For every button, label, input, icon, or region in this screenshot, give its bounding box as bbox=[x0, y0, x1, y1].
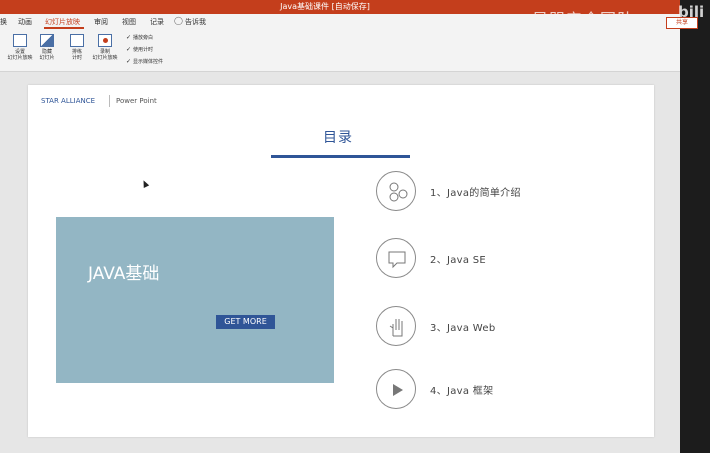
toc-item-2: 2、Java SE bbox=[376, 238, 636, 280]
tab-transitions[interactable]: 换 bbox=[0, 17, 7, 27]
toc-item-3: 3、Java Web bbox=[376, 306, 636, 348]
chat-icon bbox=[388, 251, 406, 269]
checkbox-use-timings[interactable]: ✓ 使用计时 bbox=[126, 46, 153, 53]
tab-slideshow[interactable]: 幻灯片放映 bbox=[45, 17, 80, 27]
toc-item-circle bbox=[376, 369, 416, 409]
ribbon-tabs: 换 动画 幻灯片放映 审阅 视图 记录 ◯ 告诉我 bbox=[0, 14, 680, 30]
hide-slide-label: 隐藏 幻灯片 bbox=[39, 49, 55, 61]
toc-item-circle bbox=[376, 171, 416, 211]
slide[interactable]: STAR ALLIANCE Power Point 目录 JAVA基础 GET … bbox=[28, 85, 654, 437]
share-button[interactable]: 共享 bbox=[666, 17, 698, 29]
checkmark-icon: ✓ bbox=[126, 34, 132, 41]
hand-icon bbox=[389, 319, 403, 337]
setup-slideshow-label: 设置 幻灯片放映 bbox=[7, 49, 33, 61]
record-slideshow-label: 录制 幻灯片放映 bbox=[92, 49, 118, 61]
toc-item-label: 3、Java Web bbox=[430, 323, 496, 334]
toc-item-4: 4、Java 框架 bbox=[376, 369, 636, 411]
checkmark-icon: ✓ bbox=[126, 58, 132, 65]
hide-slide-icon bbox=[40, 34, 54, 47]
play-icon bbox=[393, 384, 403, 396]
tab-view[interactable]: 视图 bbox=[122, 17, 136, 27]
side-panel bbox=[680, 0, 710, 453]
brand-app-name: Power Point bbox=[116, 97, 157, 105]
setup-slideshow-icon bbox=[13, 34, 27, 47]
network-icon bbox=[389, 182, 408, 202]
checkbox-play-narrations[interactable]: ✓ 播放旁白 bbox=[126, 34, 153, 41]
toc-item-label: 4、Java 框架 bbox=[430, 386, 494, 397]
tell-me-search[interactable]: 告诉我 bbox=[185, 17, 206, 27]
toc-underline bbox=[271, 155, 410, 158]
record-icon bbox=[98, 34, 112, 47]
hero-title: JAVA基础 bbox=[88, 264, 160, 284]
stopwatch-icon bbox=[70, 34, 84, 47]
tab-animations[interactable]: 动画 bbox=[18, 17, 32, 27]
toc-item-1: 1、Java的简单介绍 bbox=[376, 171, 636, 213]
get-more-button[interactable]: GET MORE bbox=[216, 315, 275, 329]
rehearse-timings-label: 排练 计时 bbox=[71, 49, 82, 61]
hide-slide-button[interactable]: 隐藏 幻灯片 bbox=[36, 34, 58, 61]
record-slideshow-button[interactable]: 录制 幻灯片放映 bbox=[90, 34, 120, 61]
lightbulb-icon: ◯ bbox=[174, 16, 183, 25]
brand-name: STAR ALLIANCE bbox=[41, 97, 96, 105]
tab-record[interactable]: 记录 bbox=[150, 17, 164, 27]
ribbon-body: 设置 幻灯片放映 隐藏 幻灯片 排练 计时 录制 幻灯片放映 ✓ 播放旁白 ✓ 使用… bbox=[0, 30, 680, 72]
active-tab-indicator bbox=[44, 27, 84, 29]
rehearse-timings-button[interactable]: 排练 计时 bbox=[66, 34, 88, 61]
powerpoint-window: Java基础课件 [自动保存] 星盟安全团队 bili 换 动画 幻灯片放映 审… bbox=[0, 0, 710, 453]
tab-review[interactable]: 审阅 bbox=[94, 17, 108, 27]
hero-image: JAVA基础 GET MORE bbox=[56, 217, 334, 383]
checkmark-icon: ✓ bbox=[126, 46, 132, 53]
toc-item-circle bbox=[376, 238, 416, 278]
toc-title: 目录 bbox=[323, 130, 353, 146]
toc-item-label: 1、Java的简单介绍 bbox=[430, 188, 521, 199]
checkbox-show-media-controls[interactable]: ✓ 显示媒体控件 bbox=[126, 58, 163, 65]
toc-item-circle bbox=[376, 306, 416, 346]
toc-item-label: 2、Java SE bbox=[430, 255, 487, 266]
brand-divider bbox=[109, 95, 110, 107]
setup-slideshow-button[interactable]: 设置 幻灯片放映 bbox=[6, 34, 34, 61]
